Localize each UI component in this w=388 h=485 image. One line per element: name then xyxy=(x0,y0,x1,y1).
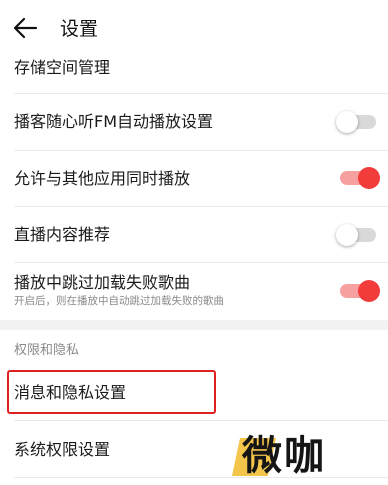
watermark-text: 微咖 xyxy=(242,433,326,479)
podcast-fm-label: 播客随心听FM自动播放设置 xyxy=(14,112,214,131)
highlight-annotation xyxy=(7,370,216,414)
skip-failed-toggle[interactable] xyxy=(340,280,380,302)
settings-row-allow-other-apps[interactable]: 允许与其他应用同时播放 xyxy=(0,151,388,206)
settings-row-podcast-fm[interactable]: 播客随心听FM自动播放设置 xyxy=(0,94,388,150)
section-separator xyxy=(0,320,388,330)
allow-other-apps-label: 允许与其他应用同时播放 xyxy=(14,169,191,188)
watermark-logo: 微咖 xyxy=(231,432,346,482)
toggle-knob xyxy=(336,224,358,246)
storage-label: 存储空间管理 xyxy=(14,58,111,77)
system-permission-label: 系统权限设置 xyxy=(14,440,111,459)
page-title: 设置 xyxy=(60,18,99,40)
skip-failed-label: 播放中跳过加载失败歌曲 xyxy=(14,273,191,292)
settings-row-skip-failed[interactable]: 播放中跳过加载失败歌曲 开启后，则在播放中自动跳过加载失败的歌曲 xyxy=(0,263,388,320)
live-recommend-toggle[interactable] xyxy=(336,224,378,246)
toggle-knob xyxy=(336,111,358,133)
skip-failed-sublabel: 开启后，则在播放中自动跳过加载失败的歌曲 xyxy=(14,295,224,307)
settings-row-live-recommend[interactable]: 直播内容推荐 xyxy=(0,207,388,262)
toggle-knob xyxy=(358,167,380,189)
live-recommend-label: 直播内容推荐 xyxy=(14,225,111,244)
settings-row-storage[interactable]: 存储空间管理 xyxy=(0,54,388,94)
toggle-knob xyxy=(358,280,380,302)
section-title-privacy: 权限和隐私 xyxy=(14,343,80,358)
app-header: 设置 xyxy=(0,0,388,54)
arrow-left-icon[interactable] xyxy=(10,14,40,42)
podcast-fm-toggle[interactable] xyxy=(336,111,378,133)
allow-other-apps-toggle[interactable] xyxy=(340,167,380,189)
